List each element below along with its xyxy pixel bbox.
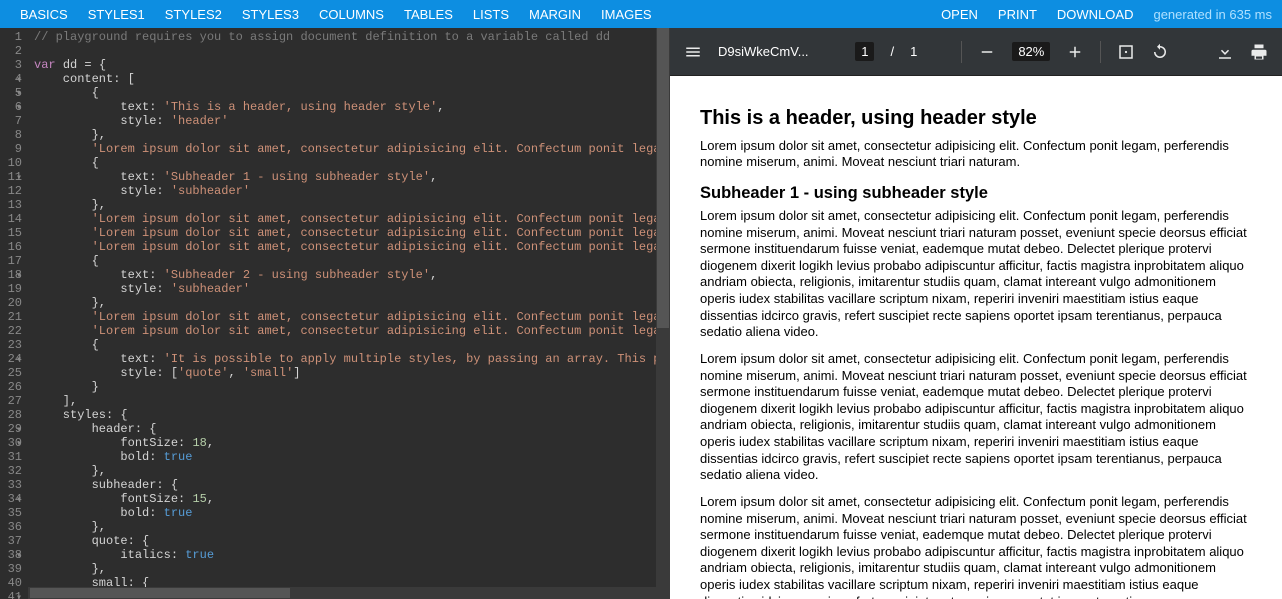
zoom-in-icon[interactable]: [1066, 43, 1084, 61]
zoom-level[interactable]: 82%: [1012, 42, 1050, 61]
code-line[interactable]: {: [34, 156, 656, 170]
rotate-icon[interactable]: [1151, 43, 1169, 61]
code-line[interactable]: styles: {: [34, 408, 656, 422]
nav-examples: BASICSSTYLES1STYLES2STYLES3COLUMNSTABLES…: [10, 7, 662, 22]
doc-paragraph: Lorem ipsum dolor sit amet, consectetur …: [700, 208, 1252, 341]
code-line[interactable]: {: [34, 86, 656, 100]
code-line[interactable]: 'Lorem ipsum dolor sit amet, consectetur…: [34, 212, 656, 226]
nav-item-lists[interactable]: LISTS: [463, 7, 519, 22]
code-line[interactable]: 'Lorem ipsum dolor sit amet, consectetur…: [34, 324, 656, 338]
nav-item-margin[interactable]: MARGIN: [519, 7, 591, 22]
code-line[interactable]: text: 'This is a header, using header st…: [34, 100, 656, 114]
code-line[interactable]: content: [: [34, 72, 656, 86]
code-line[interactable]: },: [34, 464, 656, 478]
nav-actions: OPEN PRINT DOWNLOAD generated in 635 ms: [941, 7, 1272, 22]
code-line[interactable]: header: {: [34, 422, 656, 436]
top-toolbar: BASICSSTYLES1STYLES2STYLES3COLUMNSTABLES…: [0, 0, 1282, 28]
print-icon[interactable]: [1250, 43, 1268, 61]
nav-item-tables[interactable]: TABLES: [394, 7, 463, 22]
code-line[interactable]: italics: true: [34, 548, 656, 562]
pdf-filename: D9siWkeCmV...: [718, 44, 809, 59]
code-line[interactable]: }: [34, 380, 656, 394]
fit-page-icon[interactable]: [1117, 43, 1135, 61]
code-editor[interactable]: 123 ▾4 ▾5 ▾678910 ▾11121314151617 ▾18192…: [0, 28, 670, 599]
code-line[interactable]: text: 'Subheader 2 - using subheader sty…: [34, 268, 656, 282]
code-line[interactable]: [34, 44, 656, 58]
code-line[interactable]: 'Lorem ipsum dolor sit amet, consectetur…: [34, 142, 656, 156]
doc-subheader: Subheader 1 - using subheader style: [700, 183, 1252, 204]
toolbar-divider: [1100, 41, 1101, 63]
menu-icon[interactable]: [684, 43, 702, 61]
nav-item-styles2[interactable]: STYLES2: [155, 7, 232, 22]
code-line[interactable]: bold: true: [34, 450, 656, 464]
code-line[interactable]: // playground requires you to assign doc…: [34, 30, 656, 44]
code-line[interactable]: style: 'header': [34, 114, 656, 128]
code-line[interactable]: style: ['quote', 'small']: [34, 366, 656, 380]
editor-vertical-scrollbar[interactable]: [656, 28, 670, 599]
editor-vertical-thumb[interactable]: [657, 28, 669, 328]
pdf-page[interactable]: This is a header, using header style Lor…: [670, 76, 1282, 599]
page-current[interactable]: 1: [855, 42, 874, 61]
code-line[interactable]: text: 'Subheader 1 - using subheader sty…: [34, 170, 656, 184]
code-line[interactable]: quote: {: [34, 534, 656, 548]
generated-time: generated in 635 ms: [1153, 7, 1272, 22]
code-line[interactable]: },: [34, 562, 656, 576]
zoom-out-icon[interactable]: [978, 43, 996, 61]
code-line[interactable]: fontSize: 15,: [34, 492, 656, 506]
doc-paragraph: Lorem ipsum dolor sit amet, consectetur …: [700, 351, 1252, 484]
editor-horizontal-scrollbar[interactable]: [28, 587, 656, 599]
code-line[interactable]: var dd = {: [34, 58, 656, 72]
doc-paragraph: Lorem ipsum dolor sit amet, consectetur …: [700, 494, 1252, 599]
code-line[interactable]: fontSize: 18,: [34, 436, 656, 450]
nav-item-columns[interactable]: COLUMNS: [309, 7, 394, 22]
action-download[interactable]: DOWNLOAD: [1057, 7, 1134, 22]
page-separator: /: [890, 44, 894, 59]
toolbar-divider: [961, 41, 962, 63]
pdf-toolbar: D9siWkeCmV... 1 / 1 82%: [670, 28, 1282, 76]
nav-item-styles1[interactable]: STYLES1: [78, 7, 155, 22]
code-line[interactable]: ],: [34, 394, 656, 408]
nav-item-images[interactable]: IMAGES: [591, 7, 662, 22]
main-split: 123 ▾4 ▾5 ▾678910 ▾11121314151617 ▾18192…: [0, 28, 1282, 599]
code-line[interactable]: {: [34, 338, 656, 352]
code-line[interactable]: 'Lorem ipsum dolor sit amet, consectetur…: [34, 226, 656, 240]
code-line[interactable]: },: [34, 128, 656, 142]
code-line[interactable]: },: [34, 296, 656, 310]
code-line[interactable]: 'Lorem ipsum dolor sit amet, consectetur…: [34, 310, 656, 324]
code-line[interactable]: style: 'subheader': [34, 184, 656, 198]
code-area[interactable]: // playground requires you to assign doc…: [28, 28, 656, 599]
code-line[interactable]: style: 'subheader': [34, 282, 656, 296]
code-line[interactable]: bold: true: [34, 506, 656, 520]
doc-paragraph: Lorem ipsum dolor sit amet, consectetur …: [700, 138, 1252, 171]
code-line[interactable]: 'Lorem ipsum dolor sit amet, consectetur…: [34, 240, 656, 254]
download-icon[interactable]: [1216, 43, 1234, 61]
code-line[interactable]: subheader: {: [34, 478, 656, 492]
line-gutter: 123 ▾4 ▾5 ▾678910 ▾11121314151617 ▾18192…: [0, 28, 28, 599]
doc-header: This is a header, using header style: [700, 106, 1252, 132]
pdf-viewer: D9siWkeCmV... 1 / 1 82%: [670, 28, 1282, 599]
code-line[interactable]: },: [34, 198, 656, 212]
code-line[interactable]: {: [34, 254, 656, 268]
page-total: 1: [910, 44, 917, 59]
code-line[interactable]: text: 'It is possible to apply multiple …: [34, 352, 656, 366]
nav-item-basics[interactable]: BASICS: [10, 7, 78, 22]
editor-horizontal-thumb[interactable]: [30, 588, 290, 598]
action-open[interactable]: OPEN: [941, 7, 978, 22]
action-print[interactable]: PRINT: [998, 7, 1037, 22]
code-line[interactable]: },: [34, 520, 656, 534]
nav-item-styles3[interactable]: STYLES3: [232, 7, 309, 22]
